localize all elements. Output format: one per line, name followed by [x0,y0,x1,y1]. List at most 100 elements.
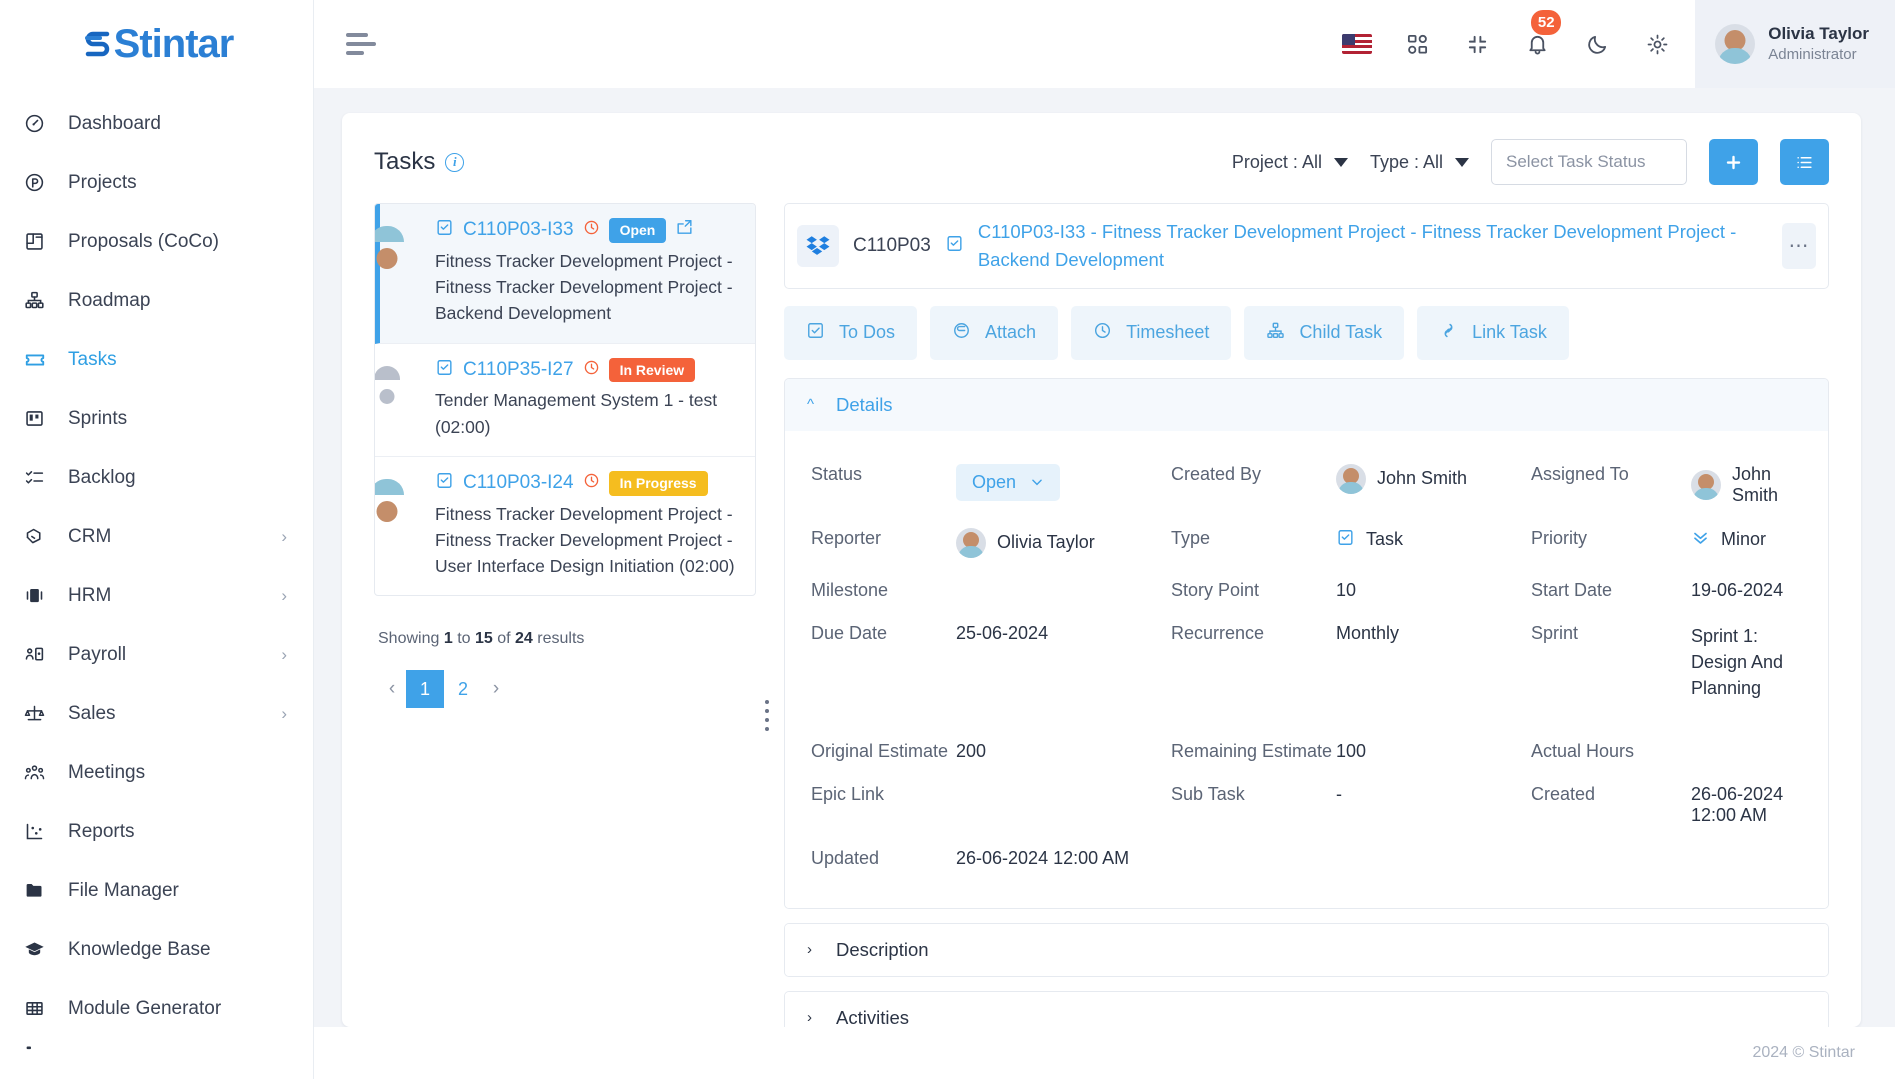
field-label-created: Created [1531,783,1596,804]
sidebar-item-label: Roadmap [68,289,151,311]
field-label-epic-link: Epic Link [811,783,885,804]
task-options-button[interactable]: ⋯ [1782,222,1816,269]
apps-grid-icon[interactable] [1387,0,1447,88]
page-title: Tasks i [374,148,465,176]
language-selector[interactable] [1327,0,1387,88]
sidebar-item-module-generator[interactable]: Module Generator [0,979,313,1038]
task-list-item[interactable]: C110P35-I27 In Review Tender Management … [375,344,755,457]
field-label-milestone: Milestone [811,579,889,600]
sidebar-item-tasks[interactable]: Tasks [0,330,313,389]
sidebar-item-label: Module Generator [68,997,222,1019]
sidebar-item-dashboard[interactable]: Dashboard [0,94,313,153]
hamburger-icon[interactable] [346,33,380,55]
sidebar-item-reports[interactable]: Reports [0,802,313,861]
task-code[interactable]: C110P35-I27 [463,359,574,381]
avatar [1336,463,1366,494]
chevron-right-icon: › [807,941,812,959]
task-detail-header: C110P03 C110P03-I33 - Fitness Tracker De… [784,203,1829,289]
tab-to-dos[interactable]: To Dos [784,305,918,360]
details-panel-header[interactable]: ^ Details [785,378,1828,431]
gear-icon[interactable] [1627,0,1687,88]
sidebar-item-label: Knowledge Base [68,938,211,960]
more-icon [24,1045,54,1055]
add-task-button[interactable] [1709,139,1758,185]
sidebar-item-sales[interactable]: Sales › [0,684,313,743]
task-code[interactable]: C110P03-I24 [463,472,574,494]
tab-attach[interactable]: Attach [930,305,1059,360]
assigned-to-name: John Smith [1732,463,1779,505]
chevron-right-icon: › [281,703,287,723]
tab-link-task[interactable]: Link Task [1417,305,1569,360]
task-detail-title[interactable]: C110P03-I33 - Fitness Tracker Developmen… [978,218,1768,274]
sidebar-item-more[interactable] [0,1038,313,1062]
sidebar-item-sprints[interactable]: Sprints [0,389,313,448]
compress-icon[interactable] [1447,0,1507,88]
field-value-recurrence: Monthly [1336,622,1400,643]
tab-timesheet[interactable]: Timesheet [1071,305,1232,360]
page-title-text: Tasks [374,148,436,175]
sidebar-item-projects[interactable]: Projects [0,153,313,212]
description-panel-header[interactable]: › Description [785,923,1828,976]
tab-child-task[interactable]: Child Task [1244,305,1405,360]
sidebar-item-label: Payroll [68,643,127,665]
pagination-prev[interactable]: ‹ [378,670,406,708]
task-clipboard-icon [435,471,454,495]
field-label-sprint: Sprint [1531,622,1579,643]
sidebar-item-label: HRM [68,584,112,606]
header-tools: Project : All Type : All [1232,139,1829,185]
info-icon[interactable]: i [445,152,465,172]
list-view-button[interactable] [1780,139,1829,185]
pagination-next[interactable]: › [482,670,510,708]
activities-panel-header[interactable]: › Activities [785,991,1828,1027]
field-value-remaining-estimate: 100 [1336,740,1367,761]
sidebar-item-backlog[interactable]: Backlog [0,448,313,507]
grid-spacer [811,712,1802,730]
field-value-sprint: Sprint 1: Design And Planning [1691,625,1784,698]
task-list-column: C110P03-I33 Open Fitness Tracker Develop… [360,203,756,1027]
tab-label: Timesheet [1126,322,1210,342]
notifications-bell[interactable]: 52 [1507,0,1567,88]
task-code[interactable]: C110P03-I33 [463,219,574,241]
sidebar-item-knowledge-base[interactable]: Knowledge Base [0,920,313,979]
tab-label: Child Task [1299,322,1383,342]
link-icon [1439,321,1458,345]
task-list-item[interactable]: C110P03-I33 Open Fitness Tracker Develop… [375,204,755,344]
status-dropdown[interactable]: Open [956,463,1061,501]
project-filter-dropdown[interactable]: Project : All [1232,152,1348,173]
tab-label: Attach [985,322,1037,342]
panel-resize-handle[interactable] [756,203,778,1027]
sidebar-nav: Dashboard Projects Proposals (CoCo) Road… [0,88,313,1062]
id-card-icon [24,585,54,606]
project-code[interactable]: C110P03 [853,235,931,257]
user-profile-menu[interactable]: Olivia Taylor Administrator [1695,0,1895,88]
share-task-icon[interactable] [675,218,694,242]
pagination-page-2[interactable]: 2 [444,670,482,708]
sidebar-item-crm[interactable]: CRM › [0,507,313,566]
type-filter-dropdown[interactable]: Type : All [1370,152,1469,173]
brand-name: Stintar [113,21,235,66]
ticket-icon [24,349,54,371]
sidebar-item-proposals[interactable]: Proposals (CoCo) [0,212,313,271]
people-icon [24,762,54,783]
priority-value: Minor [1721,529,1767,549]
showing-of: of [497,630,511,648]
pagination-page-1[interactable]: 1 [406,670,444,709]
sidebar-item-payroll[interactable]: Payroll › [0,625,313,684]
field-value-story-point: 10 [1336,579,1357,600]
sidebar-item-roadmap[interactable]: Roadmap [0,271,313,330]
status-badge: Open [608,218,667,243]
field-value-start-date: 19-06-2024 [1691,579,1784,600]
field-label-sub-task: Sub Task [1171,783,1245,804]
task-list-item[interactable]: C110P03-I24 In Progress Fitness Tracker … [375,457,755,596]
moon-icon[interactable] [1567,0,1627,88]
sidebar: Stintar Dashboard Projects Proposals (Co [0,0,314,1079]
field-label-recurrence: Recurrence [1171,622,1265,643]
sidebar-item-meetings[interactable]: Meetings [0,743,313,802]
brand-logo[interactable]: Stintar [0,0,313,88]
user-role: Administrator [1768,46,1857,64]
sidebar-item-hrm[interactable]: HRM › [0,566,313,625]
folder-icon [24,880,54,901]
field-label-story-point: Story Point [1171,579,1260,600]
sidebar-item-file-manager[interactable]: File Manager [0,861,313,920]
task-status-input[interactable] [1491,139,1687,185]
